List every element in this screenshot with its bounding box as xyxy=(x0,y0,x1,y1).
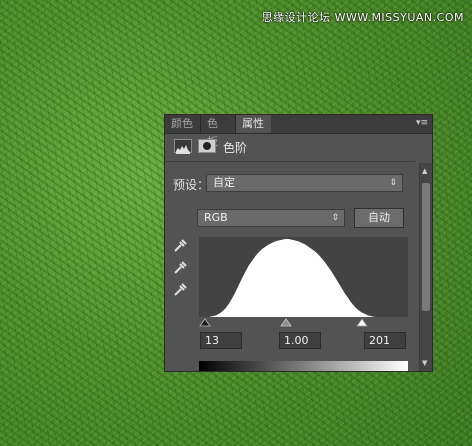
mask-icon[interactable] xyxy=(198,139,216,153)
mask-dot xyxy=(203,142,211,150)
panel-menu-icon[interactable]: ▾≡ xyxy=(415,118,429,129)
histogram-shape xyxy=(199,239,408,317)
eyedropper-black-icon[interactable] xyxy=(173,239,187,253)
gamma-handle[interactable] xyxy=(280,318,292,327)
black-point-handle[interactable] xyxy=(199,318,211,327)
input-levels-slider[interactable] xyxy=(199,318,408,328)
black-input-field[interactable]: 13 xyxy=(200,332,242,349)
white-input-field[interactable]: 201 xyxy=(364,332,406,349)
channel-select[interactable]: RGB ⇕ xyxy=(197,209,345,227)
white-point-handle[interactable] xyxy=(356,318,368,327)
scroll-up-icon[interactable]: ▲ xyxy=(422,167,430,175)
output-gradient-bar xyxy=(199,361,408,371)
updown-arrow-icon: ⇕ xyxy=(331,213,339,223)
scroll-thumb[interactable] xyxy=(422,183,430,311)
vertical-scrollbar[interactable]: ▲ ▼ xyxy=(419,163,432,371)
eyedropper-white-icon[interactable] xyxy=(173,283,187,297)
preset-label: 预设： xyxy=(173,178,210,192)
tab-properties[interactable]: 属性 xyxy=(235,115,271,133)
gamma-input-field[interactable]: 1.00 xyxy=(279,332,321,349)
updown-arrow-icon: ⇕ xyxy=(389,178,397,188)
auto-button[interactable]: 自动 xyxy=(354,208,404,228)
levels-icon-graphic xyxy=(176,145,190,154)
tab-color[interactable]: 颜色 xyxy=(165,115,199,133)
tab-swatches[interactable]: 色板 xyxy=(200,115,234,148)
panel-title: 色阶 xyxy=(223,141,248,155)
preset-value: 自定 xyxy=(213,176,235,189)
levels-icon[interactable] xyxy=(174,139,192,154)
panel-tabbar: 颜色 色板 属性 ▾≡ xyxy=(165,115,432,148)
levels-histogram xyxy=(199,237,408,317)
channel-value: RGB xyxy=(204,211,228,224)
eyedropper-gray-icon[interactable] xyxy=(173,261,187,275)
scroll-down-icon[interactable]: ▼ xyxy=(422,359,430,367)
divider xyxy=(165,161,415,162)
watermark: 思缘设计论坛 WWW.MISSYUAN.COM xyxy=(261,11,464,24)
preset-select[interactable]: 自定 ⇕ xyxy=(206,174,403,192)
properties-panel: 颜色 色板 属性 ▾≡ 色阶 预设： 自定 ⇕ RGB ⇕ 自动 13 1. xyxy=(164,114,433,372)
